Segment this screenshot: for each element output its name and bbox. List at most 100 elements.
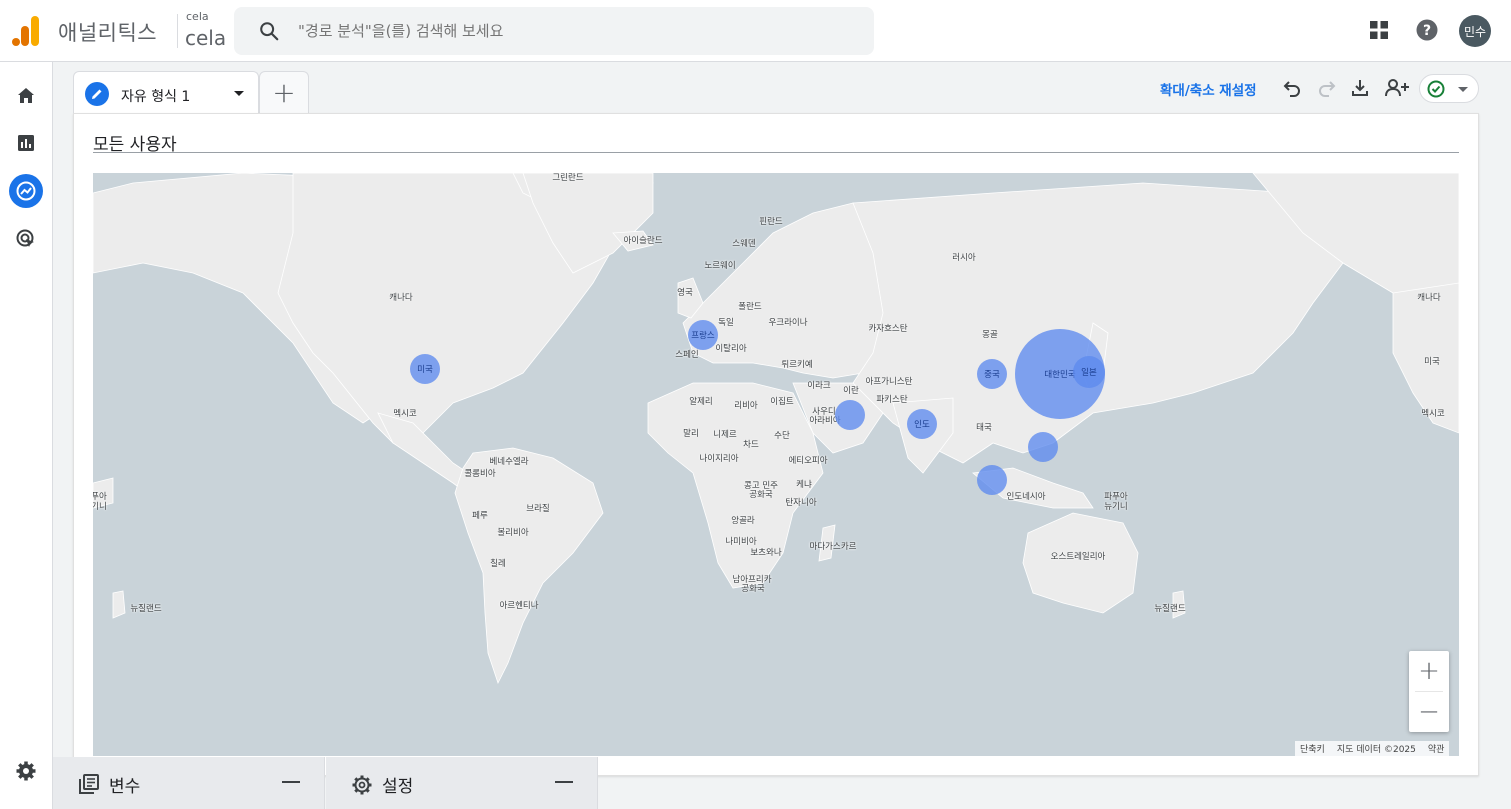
- zoom-out-button[interactable]: −: [1409, 692, 1449, 732]
- bubble-france[interactable]: 프랑스: [688, 320, 718, 350]
- explore-icon[interactable]: [9, 174, 43, 208]
- product-name: 애널리틱스: [58, 21, 158, 45]
- map-label-bolivia: 볼리비아: [497, 528, 529, 538]
- map-data-text: 지도 데이터 ©2025: [1336, 745, 1416, 755]
- map-label-iran: 이란: [843, 386, 859, 396]
- map-label-greenland: 그린란드: [552, 173, 584, 183]
- chevron-down-icon: [1458, 87, 1468, 92]
- map-label-sudan: 수단: [774, 431, 790, 441]
- map-label-ethiopia: 에티오피아: [788, 456, 828, 466]
- home-icon[interactable]: [9, 78, 43, 112]
- variables-icon: [79, 774, 99, 794]
- redo-icon[interactable]: [1315, 76, 1339, 100]
- svg-text:?: ?: [1423, 23, 1431, 39]
- map-label-finland: 핀란드: [759, 217, 783, 227]
- variables-label: 변수: [109, 777, 141, 797]
- avatar[interactable]: 민수: [1459, 15, 1491, 47]
- map-label-germany: 독일: [718, 318, 734, 328]
- map-label-south-africa-2: 공화국: [741, 584, 765, 594]
- map-label-colombia: 콜롬비아: [464, 469, 496, 479]
- map-label-sweden: 스웨덴: [732, 239, 756, 249]
- bubble-japan[interactable]: 일본: [1073, 356, 1105, 388]
- map-label-indonesia: 인도네시아: [1006, 492, 1046, 502]
- map-label-canada-left: 캐나다: [389, 293, 413, 303]
- account-name-small[interactable]: cela: [186, 10, 209, 23]
- map-label-mexico-left: 멕시코: [393, 409, 417, 419]
- apps-grid-icon[interactable]: [1365, 16, 1393, 44]
- bubble-philippines[interactable]: [1028, 432, 1058, 462]
- map-label-new-zealand-left: 뉴질랜드: [130, 604, 162, 614]
- minus-icon[interactable]: [555, 781, 573, 783]
- property-name[interactable]: cela: [185, 26, 226, 50]
- map-label-kenya: 케냐: [796, 480, 812, 490]
- minus-icon[interactable]: [282, 781, 300, 783]
- gear-icon[interactable]: [9, 754, 43, 788]
- settings-panel-header[interactable]: 설정: [326, 757, 598, 809]
- reset-zoom-button[interactable]: 확대/축소 재설정: [1160, 79, 1257, 99]
- map-label-australia: 오스트레일리아: [1050, 552, 1106, 562]
- zoom-in-button[interactable]: +: [1409, 651, 1449, 691]
- map-label-png-2: 뉴기니: [1104, 502, 1128, 512]
- add-tab-button[interactable]: +: [259, 71, 309, 113]
- map-label-canada-right: 캐나다: [1417, 293, 1441, 303]
- map-label-argentina: 아르헨티나: [499, 601, 539, 611]
- undo-icon[interactable]: [1280, 76, 1304, 100]
- geo-map[interactable]: 그린란드 아이슬란드 핀란드 스웨덴 노르웨이 러시아 영국 폴란드 독일 우크…: [93, 173, 1459, 756]
- map-label-brazil: 브라질: [526, 504, 550, 514]
- status-dropdown[interactable]: [1419, 74, 1479, 103]
- map-label-turkey: 튀르키예: [781, 360, 813, 370]
- map-label-mexico-right: 멕시코: [1421, 409, 1445, 419]
- tab-freeform-1[interactable]: 자유 형식 1: [73, 71, 259, 114]
- map-label-uk: 영국: [677, 288, 693, 298]
- segment-underline: [93, 152, 1459, 153]
- search-input[interactable]: [298, 16, 858, 46]
- bubble-label: 일본: [1081, 368, 1097, 378]
- gear-icon: [352, 775, 372, 795]
- map-label-drc-2: 공화국: [749, 490, 773, 500]
- settings-label: 설정: [382, 777, 414, 797]
- search-bar[interactable]: [234, 7, 874, 55]
- map-label-angola: 앙골라: [731, 516, 755, 526]
- pencil-icon[interactable]: [85, 82, 109, 106]
- advertising-icon[interactable]: [9, 222, 43, 256]
- help-icon[interactable]: ?: [1413, 16, 1441, 44]
- reports-icon[interactable]: [9, 126, 43, 160]
- check-circle-icon: [1427, 80, 1445, 98]
- zoom-controls: + −: [1409, 651, 1449, 732]
- map-label-edge-png-2: 기니: [93, 502, 107, 512]
- map-label-niger: 니제르: [713, 430, 737, 440]
- map-label-venezuela: 베네수엘라: [489, 457, 529, 467]
- bubble-india[interactable]: 인도: [907, 409, 937, 439]
- terms-link[interactable]: 약관: [1428, 742, 1445, 755]
- variables-panel-header[interactable]: 변수: [53, 757, 325, 809]
- map-attribution: 단축키 지도 데이터 ©2025 약관: [1295, 741, 1450, 756]
- analytics-logo-icon[interactable]: [12, 16, 40, 46]
- map-label-egypt: 이집트: [770, 397, 794, 407]
- bubble-uae[interactable]: [835, 400, 865, 430]
- chevron-down-icon[interactable]: [234, 91, 244, 96]
- share-user-icon[interactable]: [1383, 76, 1411, 100]
- map-label-russia: 러시아: [952, 253, 976, 263]
- map-land: [93, 173, 1459, 685]
- map-label-iraq: 이라크: [807, 381, 831, 391]
- bubble-usa[interactable]: 미국: [410, 354, 440, 384]
- map-label-ukraine: 우크라이나: [768, 318, 808, 328]
- map-label-poland: 폴란드: [738, 302, 762, 312]
- map-label-chile: 칠레: [490, 559, 506, 569]
- keyboard-shortcuts-link[interactable]: 단축키: [1300, 742, 1325, 755]
- map-label-afghanistan: 아프가니스탄: [865, 377, 913, 387]
- search-icon: [260, 22, 279, 41]
- bubble-label: 중국: [984, 370, 1000, 380]
- map-label-tanzania: 탄자니아: [785, 498, 817, 508]
- divider: [177, 14, 178, 48]
- tab-label: 자유 형식 1: [121, 89, 191, 105]
- map-label-usa-right: 미국: [1424, 357, 1440, 367]
- map-label-libya: 리비아: [734, 401, 758, 411]
- map-label-pakistan: 파키스탄: [876, 395, 908, 405]
- side-navigation: [0, 62, 53, 809]
- map-label-chad: 차드: [743, 440, 759, 450]
- download-icon[interactable]: [1348, 76, 1372, 100]
- map-label-new-zealand-right: 뉴질랜드: [1154, 604, 1186, 614]
- bubble-indonesia[interactable]: [977, 465, 1007, 495]
- bubble-china[interactable]: 중국: [977, 359, 1007, 389]
